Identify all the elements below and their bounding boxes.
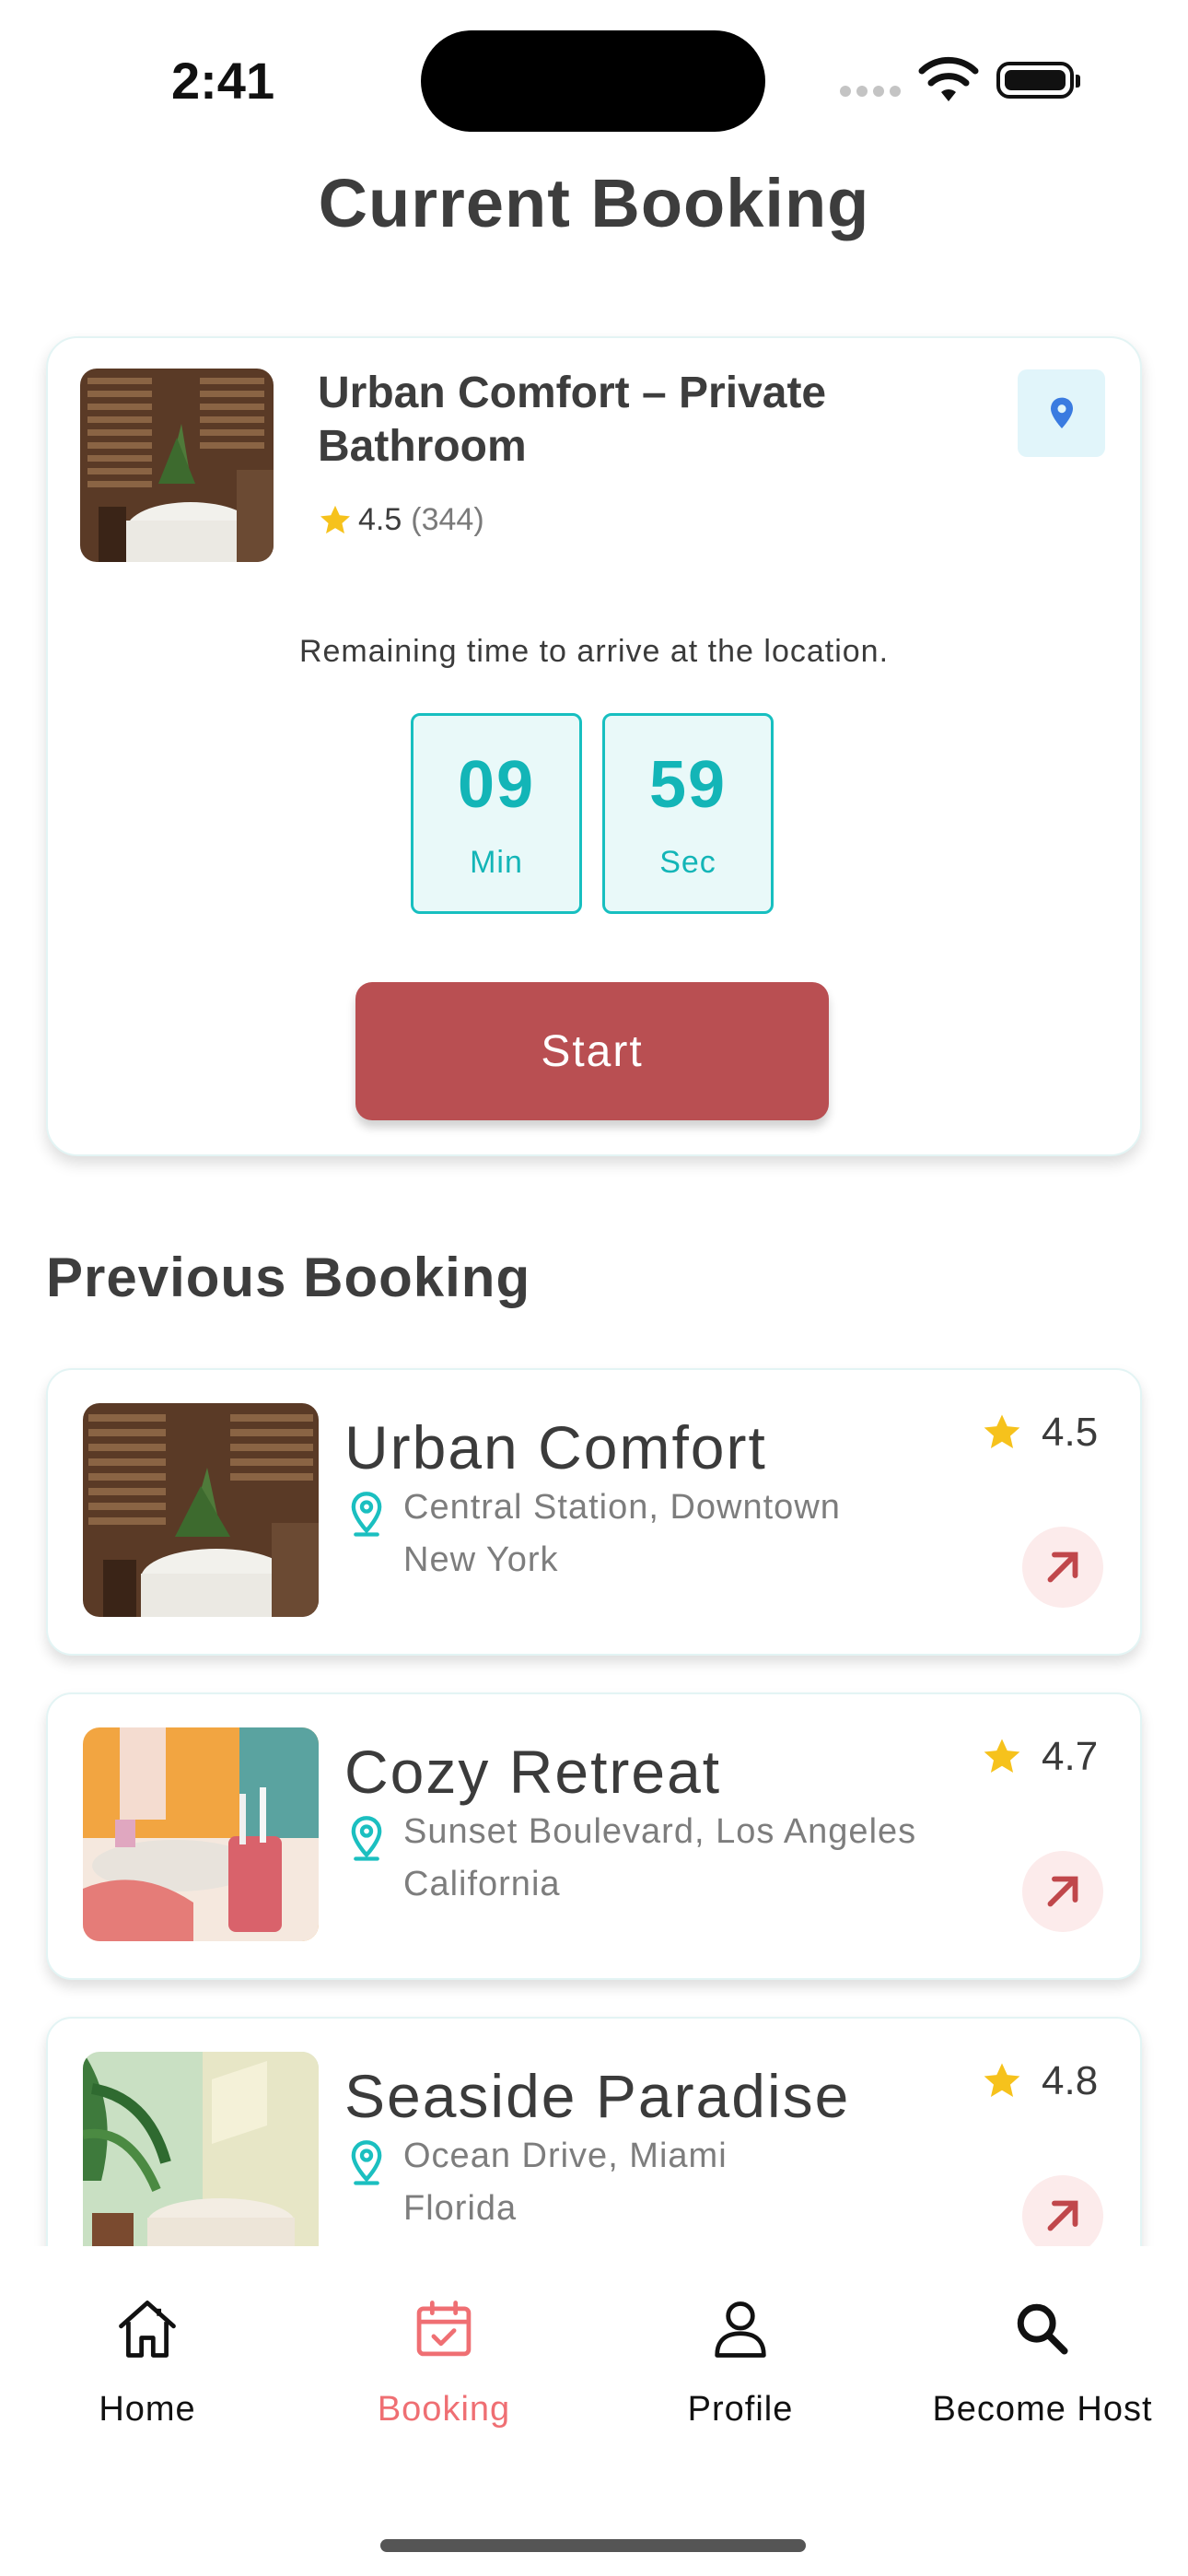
previous-booking-heading: Previous Booking bbox=[46, 1247, 531, 1308]
location-pin-icon bbox=[351, 2140, 382, 2185]
star-icon bbox=[984, 1739, 1020, 1774]
open-booking-button[interactable] bbox=[1022, 1851, 1103, 1932]
seconds-timer: 59 Sec bbox=[602, 713, 774, 914]
booking-name: Urban Comfort bbox=[344, 1413, 767, 1481]
arrow-up-right-icon bbox=[1047, 1876, 1078, 1907]
seconds-value: 59 bbox=[648, 748, 728, 822]
address-line-1: Ocean Drive, Miami bbox=[403, 2137, 728, 2175]
current-booking-title: Urban Comfort – Private Bathroom bbox=[318, 369, 827, 471]
booking-thumbnail bbox=[83, 2052, 319, 2246]
address-line-1: Central Station, Downtown bbox=[403, 1488, 841, 1527]
search-icon bbox=[1017, 2303, 1068, 2355]
home-indicator[interactable] bbox=[380, 2539, 806, 2552]
home-icon bbox=[119, 2301, 176, 2358]
rating-value: 4.5 bbox=[358, 502, 402, 537]
booking-rating: 4.5 bbox=[981, 1410, 1098, 1456]
booking-thumbnail bbox=[83, 1403, 319, 1617]
arrow-up-right-icon bbox=[1047, 1551, 1078, 1583]
booking-address: Ocean Drive, Miami Florida bbox=[403, 2130, 919, 2235]
minutes-value: 09 bbox=[457, 748, 536, 822]
minutes-timer: 09 Min bbox=[411, 713, 582, 914]
location-pin-icon bbox=[351, 1492, 382, 1537]
address-line-2: Florida bbox=[403, 2189, 518, 2228]
tab-profile-label: Profile bbox=[687, 2390, 794, 2429]
review-count: (344) bbox=[411, 502, 484, 537]
tab-booking-label: Booking bbox=[377, 2390, 511, 2429]
tab-home-label: Home bbox=[99, 2390, 196, 2429]
calendar-check-icon bbox=[416, 2301, 472, 2357]
wifi-icon bbox=[918, 56, 979, 101]
map-pin-icon bbox=[1050, 397, 1073, 428]
cellular-signal-icon bbox=[840, 85, 906, 101]
tab-home[interactable]: Home bbox=[0, 2294, 295, 2430]
address-line-1: Sunset Boulevard, Los Angeles bbox=[403, 1812, 917, 1851]
star-icon bbox=[984, 1414, 1020, 1449]
booking-name: Cozy Retreat bbox=[344, 1738, 722, 1806]
booking-address: Sunset Boulevard, Los Angeles California bbox=[403, 1806, 919, 1911]
address-line-2: New York bbox=[403, 1540, 559, 1579]
open-booking-button[interactable] bbox=[1022, 1527, 1103, 1608]
status-time: 2:41 bbox=[171, 52, 275, 110]
star-icon bbox=[984, 2063, 1020, 2098]
battery-icon bbox=[996, 62, 1080, 99]
tab-booking[interactable]: Booking bbox=[297, 2294, 591, 2430]
bathroom-thumbnail bbox=[80, 369, 274, 562]
minutes-label: Min bbox=[470, 845, 523, 880]
star-icon bbox=[320, 505, 350, 533]
tab-profile[interactable]: Profile bbox=[593, 2294, 888, 2430]
remaining-time-text: Remaining time to arrive at the location… bbox=[298, 634, 890, 669]
user-icon bbox=[715, 2301, 766, 2358]
arrow-up-right-icon bbox=[1047, 2200, 1078, 2231]
booking-name: Seaside Paradise bbox=[344, 2062, 851, 2130]
rating-value: 4.7 bbox=[1042, 1734, 1099, 1779]
previous-bookings-list[interactable]: Urban Comfort Central Station, Downtown … bbox=[0, 1354, 1188, 2246]
page-title: Current Booking bbox=[318, 165, 870, 241]
location-button[interactable] bbox=[1018, 369, 1105, 457]
start-button[interactable]: Start bbox=[355, 982, 829, 1120]
booking-thumbnail bbox=[83, 1727, 319, 1941]
address-line-2: California bbox=[403, 1865, 561, 1903]
tab-become-host-label: Become Host bbox=[932, 2390, 1153, 2429]
seconds-label: Sec bbox=[659, 845, 716, 880]
current-booking-rating: 4.5 (344) bbox=[318, 502, 484, 538]
tab-become-host[interactable]: Become Host bbox=[895, 2294, 1188, 2430]
rating-value: 4.8 bbox=[1042, 2058, 1099, 2103]
rating-value: 4.5 bbox=[1042, 1410, 1099, 1455]
dynamic-island bbox=[421, 30, 765, 132]
booking-rating: 4.8 bbox=[981, 2058, 1098, 2104]
booking-address: Central Station, Downtown New York bbox=[403, 1481, 919, 1587]
booking-rating: 4.7 bbox=[981, 1734, 1098, 1780]
location-pin-icon bbox=[351, 1816, 382, 1861]
